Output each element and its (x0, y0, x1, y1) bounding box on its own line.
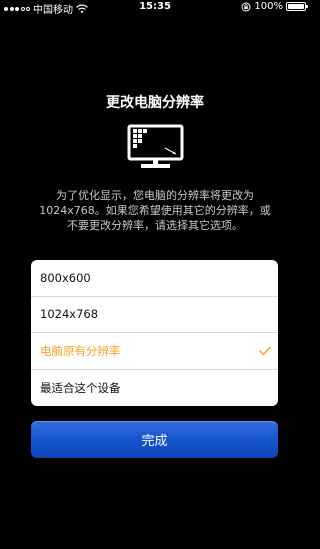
option-1024x768[interactable]: 1024x768 (31, 297, 278, 333)
battery-level-fill (288, 4, 304, 9)
status-bar: 中国移动 15:35 100% (0, 0, 310, 16)
page-title: 更改电脑分辨率 (106, 95, 204, 111)
description-line: 为了优化显示，您电脑的分辨率将更改为 (56, 189, 254, 202)
battery-percentage: 100% (254, 1, 283, 12)
option-original-resolution[interactable]: 电脑原有分辨率 (31, 333, 278, 370)
option-800x600[interactable]: 800x600 (31, 260, 278, 297)
status-right: 100% (241, 1, 308, 12)
option-label: 800x600 (40, 270, 91, 285)
option-label: 电脑原有分辨率 (40, 343, 121, 358)
rotation-lock-icon (241, 2, 251, 11)
description-line: 不要更改分辨率，请选择其它选项。 (67, 219, 243, 232)
option-best-for-device[interactable]: 最适合这个设备 (31, 370, 278, 407)
description-line: 1024x768。如果您希望使用其它的分辨率，或 (39, 204, 271, 217)
description-text: 为了优化显示，您电脑的分辨率将更改为 1024x768。如果您希望使用其它的分辨… (28, 188, 282, 233)
monitor-resolution-icon (127, 124, 184, 168)
option-label: 最适合这个设备 (40, 380, 121, 395)
option-label: 1024x768 (40, 307, 99, 322)
battery-icon (286, 2, 308, 11)
checkmark-icon (259, 346, 271, 355)
resolution-options-list: 800x600 1024x768 电脑原有分辨率 最适合这个设备 (31, 260, 278, 406)
done-button[interactable]: 完成 (31, 421, 278, 458)
